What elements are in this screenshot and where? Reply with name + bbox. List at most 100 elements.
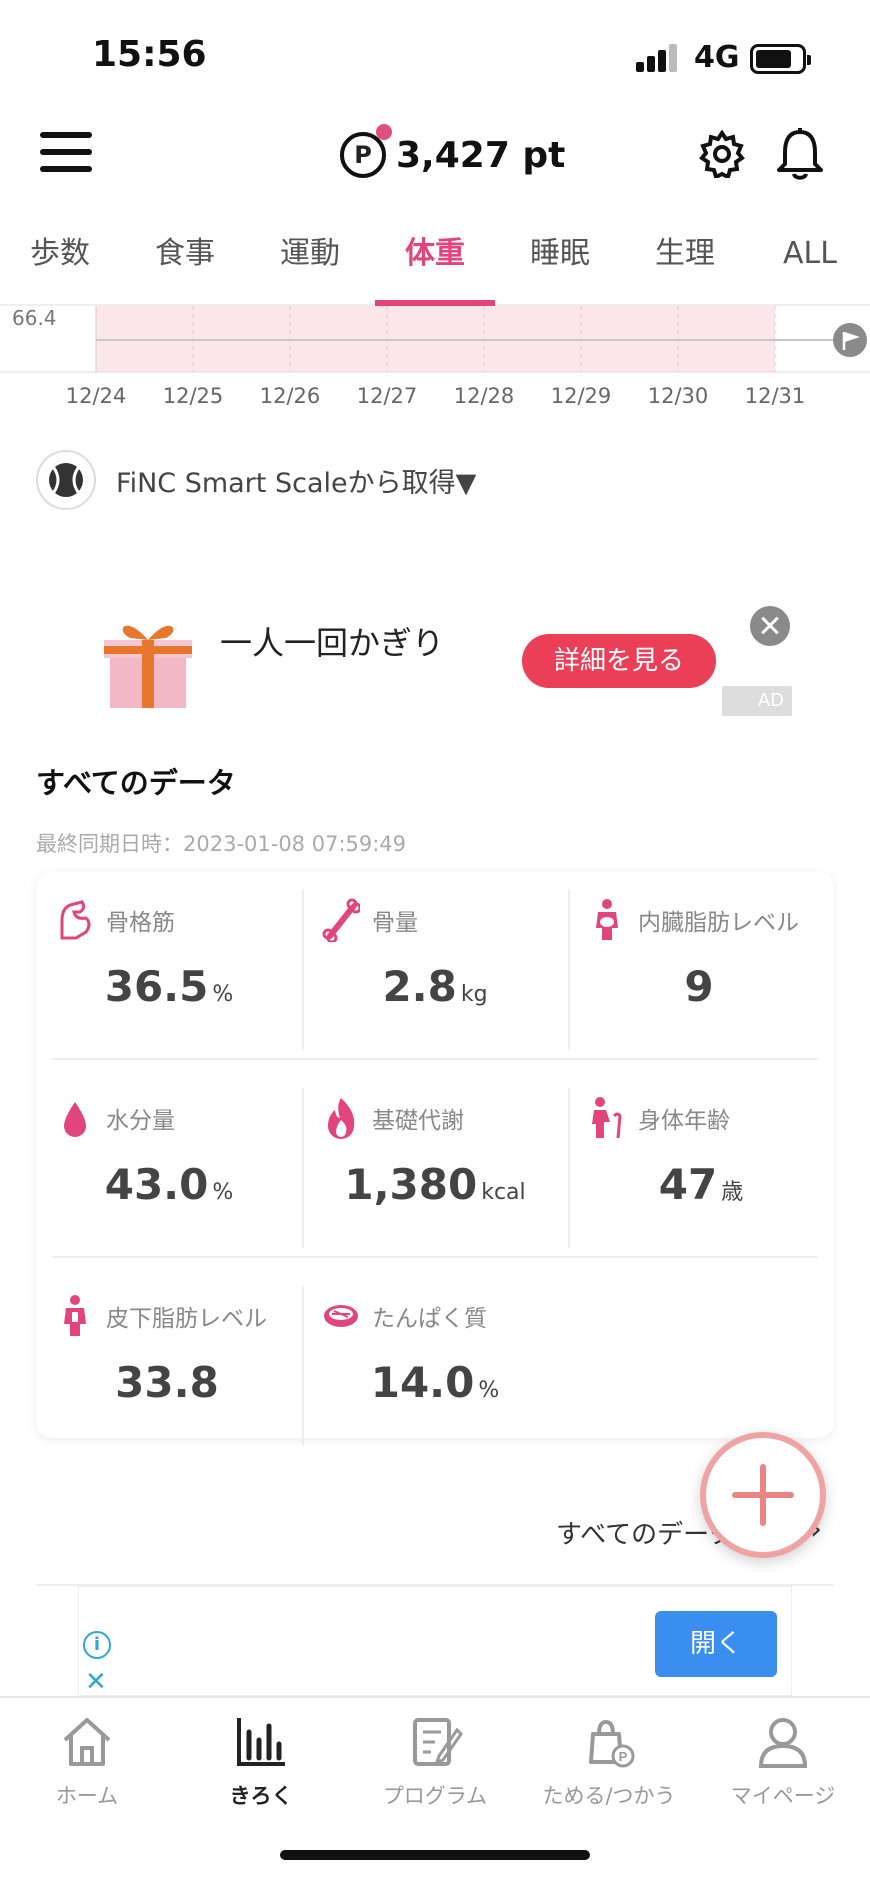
- flame-icon: [328, 1098, 355, 1139]
- person-icon: [64, 1295, 86, 1336]
- tab-meals[interactable]: 食事: [125, 230, 245, 306]
- metric-subcutaneous-fat[interactable]: 皮下脂肪レベル 33.8: [36, 1268, 302, 1466]
- ad-tag: AD: [722, 686, 792, 716]
- nav-points[interactable]: P ためる/つかう: [522, 1712, 696, 1822]
- metric-label: 身体年齢: [638, 1108, 730, 1134]
- metric-unit: %: [212, 1180, 234, 1205]
- metric-unit: 歳: [721, 1180, 744, 1205]
- nav-program[interactable]: プログラム: [348, 1712, 522, 1822]
- close-icon[interactable]: [750, 606, 790, 646]
- points-icon: P: [340, 124, 392, 178]
- gear-icon[interactable]: [698, 130, 746, 178]
- bone-icon: [322, 898, 360, 942]
- nav-records[interactable]: きろく: [174, 1712, 348, 1822]
- metric-value: 33.8: [115, 1358, 219, 1407]
- ad-text: 一人一回かぎり: [220, 624, 445, 662]
- metric-skeletal-muscle[interactable]: 骨格筋 36.5%: [36, 872, 302, 1070]
- muscle-icon: [60, 900, 91, 940]
- section-title: すべてのデータ: [36, 766, 236, 800]
- metric-unit: kcal: [481, 1180, 526, 1205]
- metric-label: 骨格筋: [106, 910, 175, 936]
- signal-icon: [636, 44, 680, 72]
- ad-details-button[interactable]: 詳細を見る: [522, 634, 716, 688]
- add-record-button[interactable]: [700, 1432, 826, 1558]
- chart-x-tick-label: 12/29: [550, 384, 612, 408]
- battery-icon: [750, 44, 811, 74]
- tab-period[interactable]: 生理: [625, 230, 745, 306]
- nav-label: ホーム: [55, 1784, 119, 1808]
- metric-label: たんぱく質: [372, 1306, 487, 1332]
- network-type: 4G: [694, 40, 740, 75]
- ad-banner[interactable]: 一人一回かぎり 詳細を見る AD: [90, 600, 792, 720]
- divider: [52, 1058, 818, 1060]
- chart-x-tick-label: 12/27: [356, 384, 418, 408]
- metric-value: 36.5: [104, 962, 209, 1011]
- home-icon: [63, 1718, 111, 1766]
- points-badge-letter: P: [354, 141, 372, 169]
- metric-value: 9: [684, 962, 714, 1011]
- chart-x-tick-label: 12/26: [259, 384, 321, 408]
- metric-value: 43.0: [104, 1160, 209, 1209]
- info-icon[interactable]: i: [83, 1631, 111, 1659]
- tab-steps[interactable]: 歩数: [0, 230, 120, 306]
- tab-sleep[interactable]: 睡眠: [500, 230, 620, 306]
- elderly-icon: [592, 1097, 622, 1139]
- notification-dot: [376, 124, 392, 140]
- metric-unit: kg: [460, 982, 488, 1007]
- nav-label: きろく: [229, 1784, 293, 1808]
- metric-unit: %: [478, 1378, 500, 1403]
- bell-icon[interactable]: [774, 126, 826, 182]
- divider: [568, 1088, 570, 1248]
- bottom-ad[interactable]: i ✕ 開く: [78, 1586, 792, 1697]
- nav-home[interactable]: ホーム: [0, 1712, 174, 1822]
- points-display[interactable]: P 3,427 pt: [340, 124, 565, 180]
- menu-icon[interactable]: [40, 130, 92, 174]
- chart-x-tick-label: 12/30: [647, 384, 709, 408]
- svg-text:P: P: [619, 1749, 628, 1764]
- scale-icon: [36, 450, 96, 510]
- ad-close-icon[interactable]: ✕: [85, 1667, 107, 1697]
- tab-weight[interactable]: 体重: [375, 230, 495, 306]
- chart-icon: [237, 1718, 285, 1766]
- water-drop-icon: [64, 1102, 86, 1137]
- metric-water[interactable]: 水分量 43.0%: [36, 1070, 302, 1268]
- category-tabs: 歩数 食事 運動 体重 睡眠 生理 ALL: [0, 230, 870, 306]
- weight-chart[interactable]: 66.4 12/24 12/25 12/26 12/27 12/28 12/29 12/30…: [0, 306, 870, 416]
- metric-bone-mass[interactable]: 骨量 2.8 kg: [302, 872, 568, 1070]
- metric-label: 内臓脂肪レベル: [638, 910, 799, 936]
- tab-exercise[interactable]: 運動: [250, 230, 370, 306]
- nav-label: マイページ: [730, 1784, 836, 1808]
- metric-value: 2.8: [382, 962, 457, 1011]
- metric-protein[interactable]: たんぱく質 14.0%: [302, 1268, 568, 1466]
- metric-value: 47: [658, 1160, 718, 1209]
- divider: [302, 1088, 304, 1248]
- chart-y-label: 66.4: [12, 306, 57, 330]
- metric-body-age[interactable]: 身体年齢 47 歳: [568, 1070, 834, 1268]
- metric-unit: %: [212, 982, 234, 1007]
- goal-flag-icon[interactable]: [833, 323, 867, 357]
- chart-x-tick-label: 12/24: [65, 384, 127, 408]
- metric-label: 骨量: [372, 910, 418, 936]
- metric-value: 1,380: [344, 1160, 478, 1209]
- data-source-selector[interactable]: FiNC Smart Scaleから取得▼: [36, 450, 476, 510]
- program-icon: [413, 1718, 463, 1766]
- divider: [302, 890, 304, 1050]
- metric-basal-metabolism[interactable]: 基礎代謝 1,380 kcal: [302, 1070, 568, 1268]
- divider: [568, 890, 570, 1050]
- status-bar: 15:56 4G: [0, 0, 870, 110]
- metric-visceral-fat[interactable]: 内臓脂肪レベル 9: [568, 872, 834, 1070]
- metric-label: 水分量: [106, 1108, 175, 1134]
- divider: [52, 1256, 818, 1258]
- tab-all[interactable]: ALL: [750, 230, 870, 306]
- metric-value: 14.0: [370, 1358, 475, 1407]
- chart-x-tick-label: 12/25: [162, 384, 224, 408]
- chart-x-tick-label: 12/31: [744, 384, 806, 408]
- open-button[interactable]: 開く: [655, 1611, 777, 1677]
- home-indicator: [280, 1850, 590, 1860]
- visceral-fat-icon: [596, 899, 618, 940]
- meat-icon: [324, 1305, 358, 1327]
- divider: [302, 1286, 304, 1446]
- nav-mypage[interactable]: マイページ: [696, 1712, 870, 1822]
- nav-label: プログラム: [382, 1784, 488, 1808]
- nav-label: ためる/つかう: [542, 1784, 676, 1808]
